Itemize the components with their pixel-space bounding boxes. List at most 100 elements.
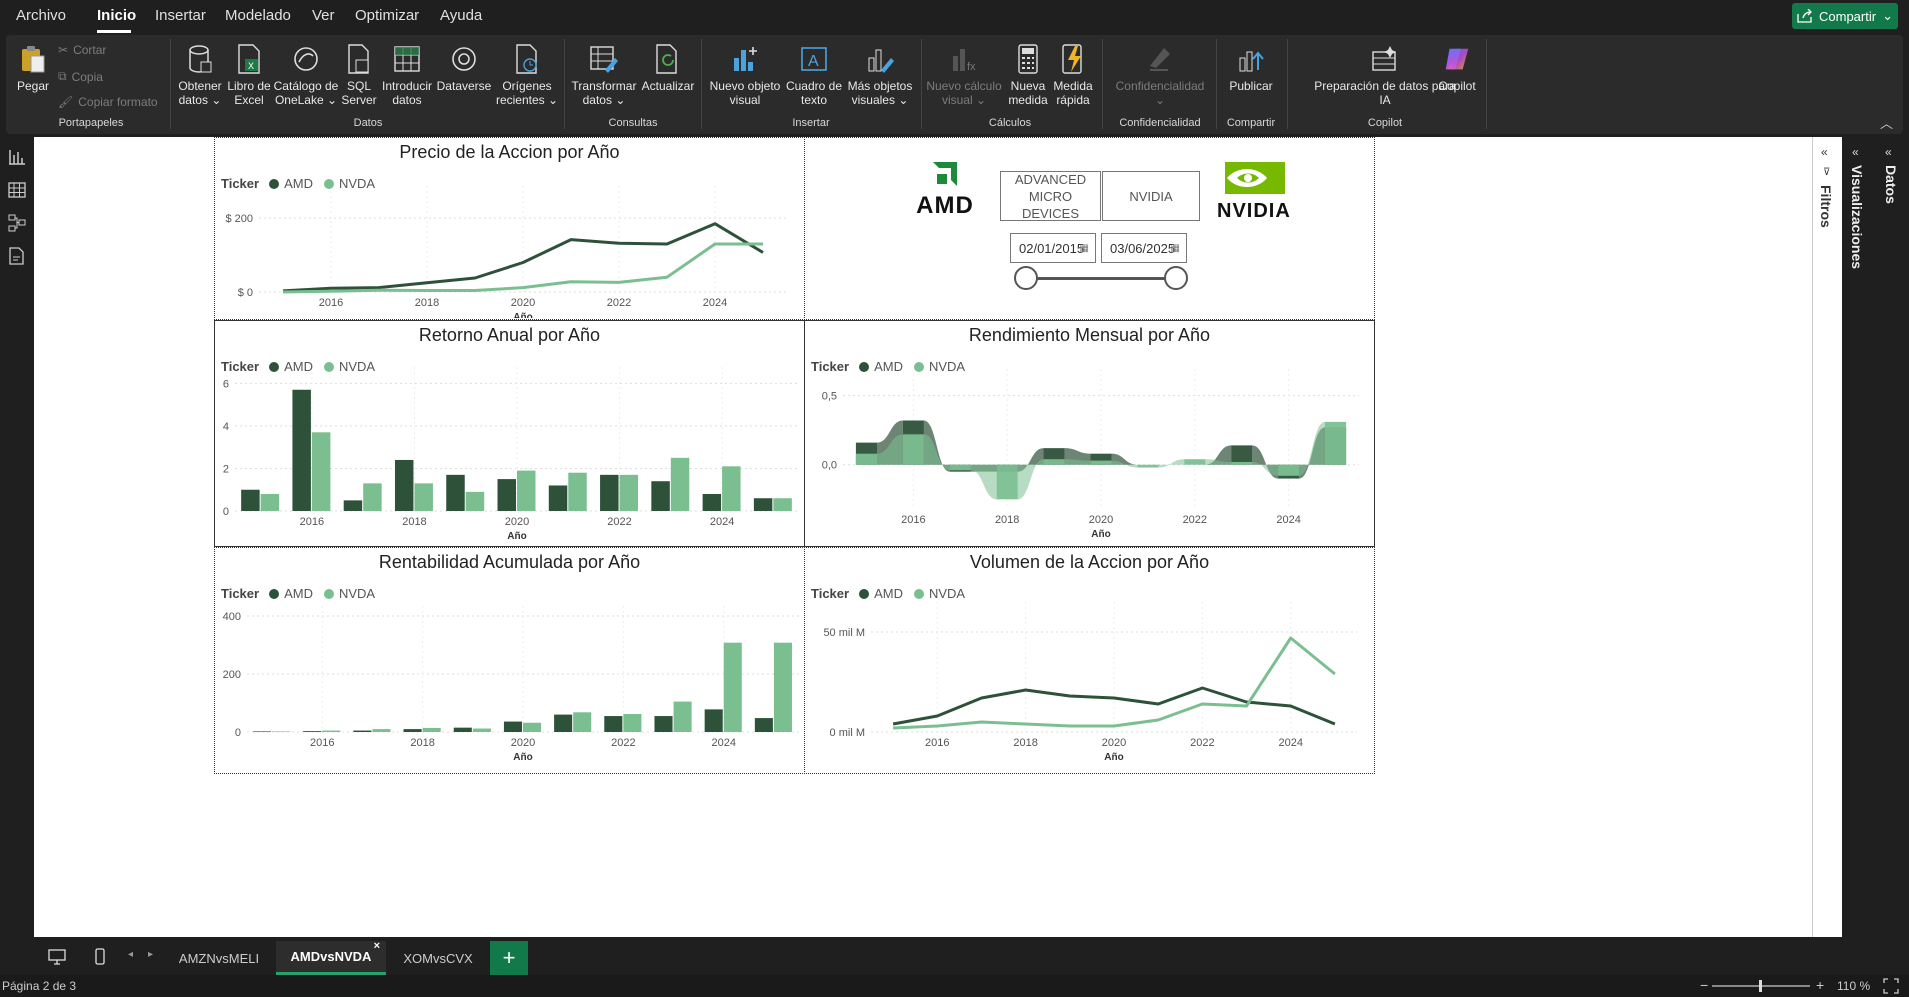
bar-amd xyxy=(453,727,472,732)
zoom-out-icon[interactable]: − xyxy=(1700,977,1708,993)
paste-button[interactable]: Pegar xyxy=(10,43,56,93)
bar-nvda xyxy=(773,498,792,511)
end-date-input[interactable]: 03/06/2025 ▦ xyxy=(1101,233,1187,263)
price-chart-panel[interactable]: Precio de la Accion por Año Ticker AMD NVD… xyxy=(214,137,805,323)
sql-button[interactable]: SQL Server xyxy=(339,43,379,107)
new-visual-calc-button[interactable]: fx Nuevo cálculo visual ⌄ xyxy=(924,43,1004,107)
tab-xomvscvx[interactable]: XOMvsCVX xyxy=(386,941,490,975)
legend-nvda-label: NVDA xyxy=(928,586,966,601)
chevron-down-icon: ⌄ xyxy=(1882,8,1893,23)
svg-text:A: A xyxy=(808,53,819,70)
zoom-slider-thumb[interactable] xyxy=(1759,980,1762,992)
annual-return-chart-panel[interactable]: Retorno Anual por Año Ticker AMD NVDA 0 2 4 6… xyxy=(214,320,805,547)
legend-nvda-label: NVDA xyxy=(338,586,376,601)
plus-icon: + xyxy=(502,945,516,970)
x-tick-label: 2018 xyxy=(402,516,426,528)
menu-modelado[interactable]: Modelado xyxy=(225,7,291,24)
data-pane[interactable]: « Datos xyxy=(1875,137,1909,937)
more-visuals-button[interactable]: Más objetos visuales ⌄ xyxy=(844,43,916,107)
close-tab-icon[interactable]: × xyxy=(374,940,380,952)
expand-visualizations-icon[interactable]: « xyxy=(1852,145,1859,159)
copy-button[interactable]: ⧉ Copia xyxy=(58,69,103,84)
group-label-data: Datos xyxy=(353,117,383,129)
excel-button[interactable]: X Libro de Excel xyxy=(225,43,273,107)
next-page-icon[interactable]: ▸ xyxy=(148,949,153,960)
transform-data-button[interactable]: Transformar datos ⌄ xyxy=(568,43,640,107)
chart-legend: Ticker AMD NVDA xyxy=(221,586,375,601)
menu-inicio[interactable]: Inicio xyxy=(97,7,136,24)
group-label-share: Compartir xyxy=(1226,117,1276,129)
new-measure-button[interactable]: Nueva medida xyxy=(1006,43,1050,107)
get-data-button[interactable]: Obtener datos ⌄ xyxy=(174,43,226,107)
quick-measure-button[interactable]: Medida rápida xyxy=(1050,43,1096,107)
new-visual-label-2: visual xyxy=(729,93,761,107)
bar-amd xyxy=(754,718,773,732)
onelake-button[interactable]: Catálogo de OneLake ⌄ xyxy=(272,43,340,107)
menu-insertar[interactable]: Insertar xyxy=(155,7,206,24)
cut-button[interactable]: ✂ Cortar xyxy=(58,43,106,57)
prev-page-icon[interactable]: ◂ xyxy=(128,949,133,960)
enter-data-button[interactable]: Introducir datos xyxy=(379,43,435,107)
menu-archivo[interactable]: Archivo xyxy=(16,7,66,24)
volume-chart-panel[interactable]: Volumen de la Accion por Año Ticker AMD NV… xyxy=(804,547,1375,774)
calendar-icon[interactable]: ▦ xyxy=(1080,243,1089,254)
ribbon-bar-nvda xyxy=(855,453,878,465)
publish-button[interactable]: Publicar xyxy=(1220,43,1282,93)
page-indicator: Página 2 de 3 xyxy=(2,979,77,993)
text-box-icon: A xyxy=(801,47,827,71)
bar-nvda xyxy=(465,491,485,511)
slider-end-handle[interactable] xyxy=(1164,266,1188,290)
tab-amdvsnvda[interactable]: AMDvsNVDA × xyxy=(276,940,386,975)
legend-amd-label: AMD xyxy=(284,586,313,601)
legend-amd-dot xyxy=(859,361,870,372)
new-visual-button[interactable]: Nuevo objeto visual xyxy=(706,43,784,107)
nvidia-filter-button[interactable]: NVIDIA xyxy=(1102,171,1200,221)
expand-data-icon[interactable]: « xyxy=(1885,145,1892,159)
x-tick-label: 2016 xyxy=(300,516,324,528)
bar-amd xyxy=(600,474,619,511)
y-tick-label: 2 xyxy=(223,463,229,475)
slider-start-handle[interactable] xyxy=(1014,266,1038,290)
dax-query-icon[interactable] xyxy=(7,246,27,266)
amd-filter-button[interactable]: ADVANCED MICRO DEVICES xyxy=(1000,171,1101,221)
report-view-icon[interactable] xyxy=(7,147,27,167)
copilot-button[interactable]: Copilot xyxy=(1426,43,1488,93)
filters-pane[interactable]: « ⊽ Filtros xyxy=(1812,137,1842,937)
visualizations-pane[interactable]: « Visualizaciones xyxy=(1842,137,1875,937)
legend-amd-label: AMD xyxy=(284,359,313,374)
tab-amznvsmeli[interactable]: AMZNvsMELI xyxy=(164,941,274,975)
expand-filters-icon[interactable]: « xyxy=(1821,145,1828,159)
sensitivity-icon xyxy=(1150,48,1170,71)
publish-label: Publicar xyxy=(1229,79,1273,93)
desktop-layout-icon[interactable] xyxy=(48,949,66,965)
zoom-in-icon[interactable]: + xyxy=(1816,977,1824,993)
start-date-input[interactable]: 02/01/2015 ▦ xyxy=(1010,233,1096,263)
add-page-button[interactable]: + xyxy=(490,941,528,975)
legend-amd-label: AMD xyxy=(874,586,903,601)
menu-ver[interactable]: Ver xyxy=(312,7,335,24)
fit-to-page-icon[interactable] xyxy=(1883,978,1899,994)
cumulative-return-chart-panel[interactable]: Rentabilidad Acumulada por Año Ticker AMD… xyxy=(214,547,805,774)
date-range-slider[interactable] xyxy=(1014,266,1188,292)
zoom-slider[interactable] xyxy=(1712,980,1810,992)
text-box-button[interactable]: A Cuadro de texto xyxy=(784,43,844,107)
ribbon-bar-nvda xyxy=(1278,464,1300,476)
ribbon-bar-amd xyxy=(1231,445,1253,465)
model-view-icon[interactable] xyxy=(7,213,27,233)
active-menu-indicator xyxy=(97,30,131,33)
format-painter-button[interactable]: 🖌 Copiar formato xyxy=(58,95,158,109)
monthly-performance-chart-panel[interactable]: Rendimiento Mensual por Año Ticker AMD NVD… xyxy=(804,320,1375,547)
bar-nvda xyxy=(517,470,536,511)
sensitivity-button[interactable]: Confidencialidad ⌄ xyxy=(1106,43,1214,107)
mobile-layout-icon[interactable] xyxy=(95,948,105,965)
menu-ayuda[interactable]: Ayuda xyxy=(440,7,482,24)
table-view-icon[interactable] xyxy=(7,180,27,200)
refresh-button[interactable]: Actualizar xyxy=(640,43,696,93)
dataverse-button[interactable]: Dataverse xyxy=(434,43,494,93)
x-tick-label: 2020 xyxy=(511,297,535,309)
collapse-ribbon-icon[interactable]: ︿ xyxy=(1880,113,1893,132)
calendar-icon[interactable]: ▦ xyxy=(1171,243,1180,254)
recent-sources-button[interactable]: Orígenes recientes ⌄ xyxy=(494,43,560,107)
menu-optimizar[interactable]: Optimizar xyxy=(355,7,419,24)
share-button[interactable]: Compartir ⌄ xyxy=(1792,3,1898,29)
